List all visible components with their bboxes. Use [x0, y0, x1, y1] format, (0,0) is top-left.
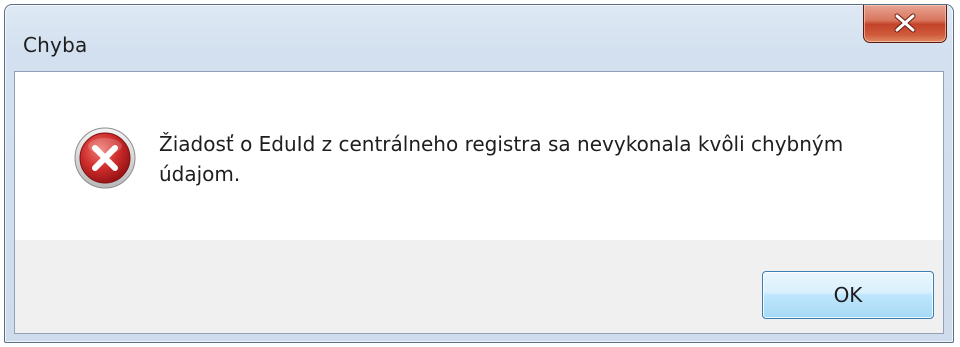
message-area: Žiadosť o EduId z centrálneho registra s…: [15, 72, 943, 240]
title-bar[interactable]: Chyba: [5, 5, 953, 71]
error-dialog-window: Chyba Žiadosť o EduId z centrálneho regi…: [4, 4, 954, 343]
ok-button[interactable]: OK: [762, 271, 934, 319]
error-message: Žiadosť o EduId z centrálneho registra s…: [159, 132, 844, 186]
window-title: Chyba: [23, 33, 88, 57]
close-icon: [894, 13, 916, 33]
error-icon: [73, 126, 137, 190]
close-button[interactable]: [863, 5, 947, 43]
dialog-body: Žiadosť o EduId z centrálneho registra s…: [14, 71, 944, 334]
